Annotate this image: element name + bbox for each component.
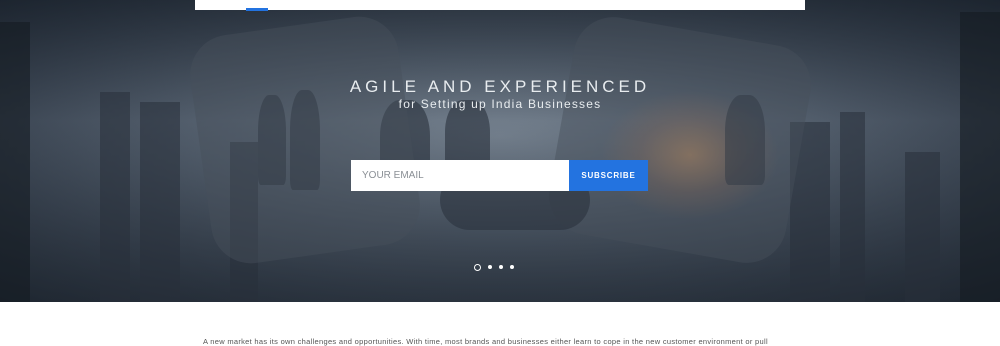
carousel-dots — [474, 263, 514, 271]
skyline-building — [840, 112, 865, 302]
email-input[interactable] — [351, 160, 569, 191]
skyline-building — [960, 12, 1000, 302]
active-nav-indicator — [246, 8, 268, 11]
skyline-building — [0, 22, 30, 302]
skyline-building — [100, 92, 130, 302]
carousel-dot-4[interactable] — [510, 265, 514, 269]
carousel-dot-3[interactable] — [499, 265, 503, 269]
handshake-left-arm — [185, 11, 425, 269]
subscribe-button[interactable]: SUBSCRIBE — [569, 160, 648, 191]
carousel-dot-1[interactable] — [474, 263, 481, 271]
skyline-building — [905, 152, 940, 302]
intro-paragraph: A new market has its own challenges and … — [203, 337, 768, 346]
hero-subtitle: for Setting up India Businesses — [398, 97, 602, 111]
subscribe-form: SUBSCRIBE — [351, 160, 648, 191]
skyline-building — [140, 102, 180, 302]
handshake-right-arm — [542, 10, 818, 270]
hero-banner: AGILE AND EXPERIENCED for Setting up Ind… — [0, 0, 1000, 302]
hero-title: AGILE AND EXPERIENCED — [349, 77, 651, 96]
navigation-bar — [195, 0, 805, 10]
carousel-dot-2[interactable] — [488, 265, 492, 269]
